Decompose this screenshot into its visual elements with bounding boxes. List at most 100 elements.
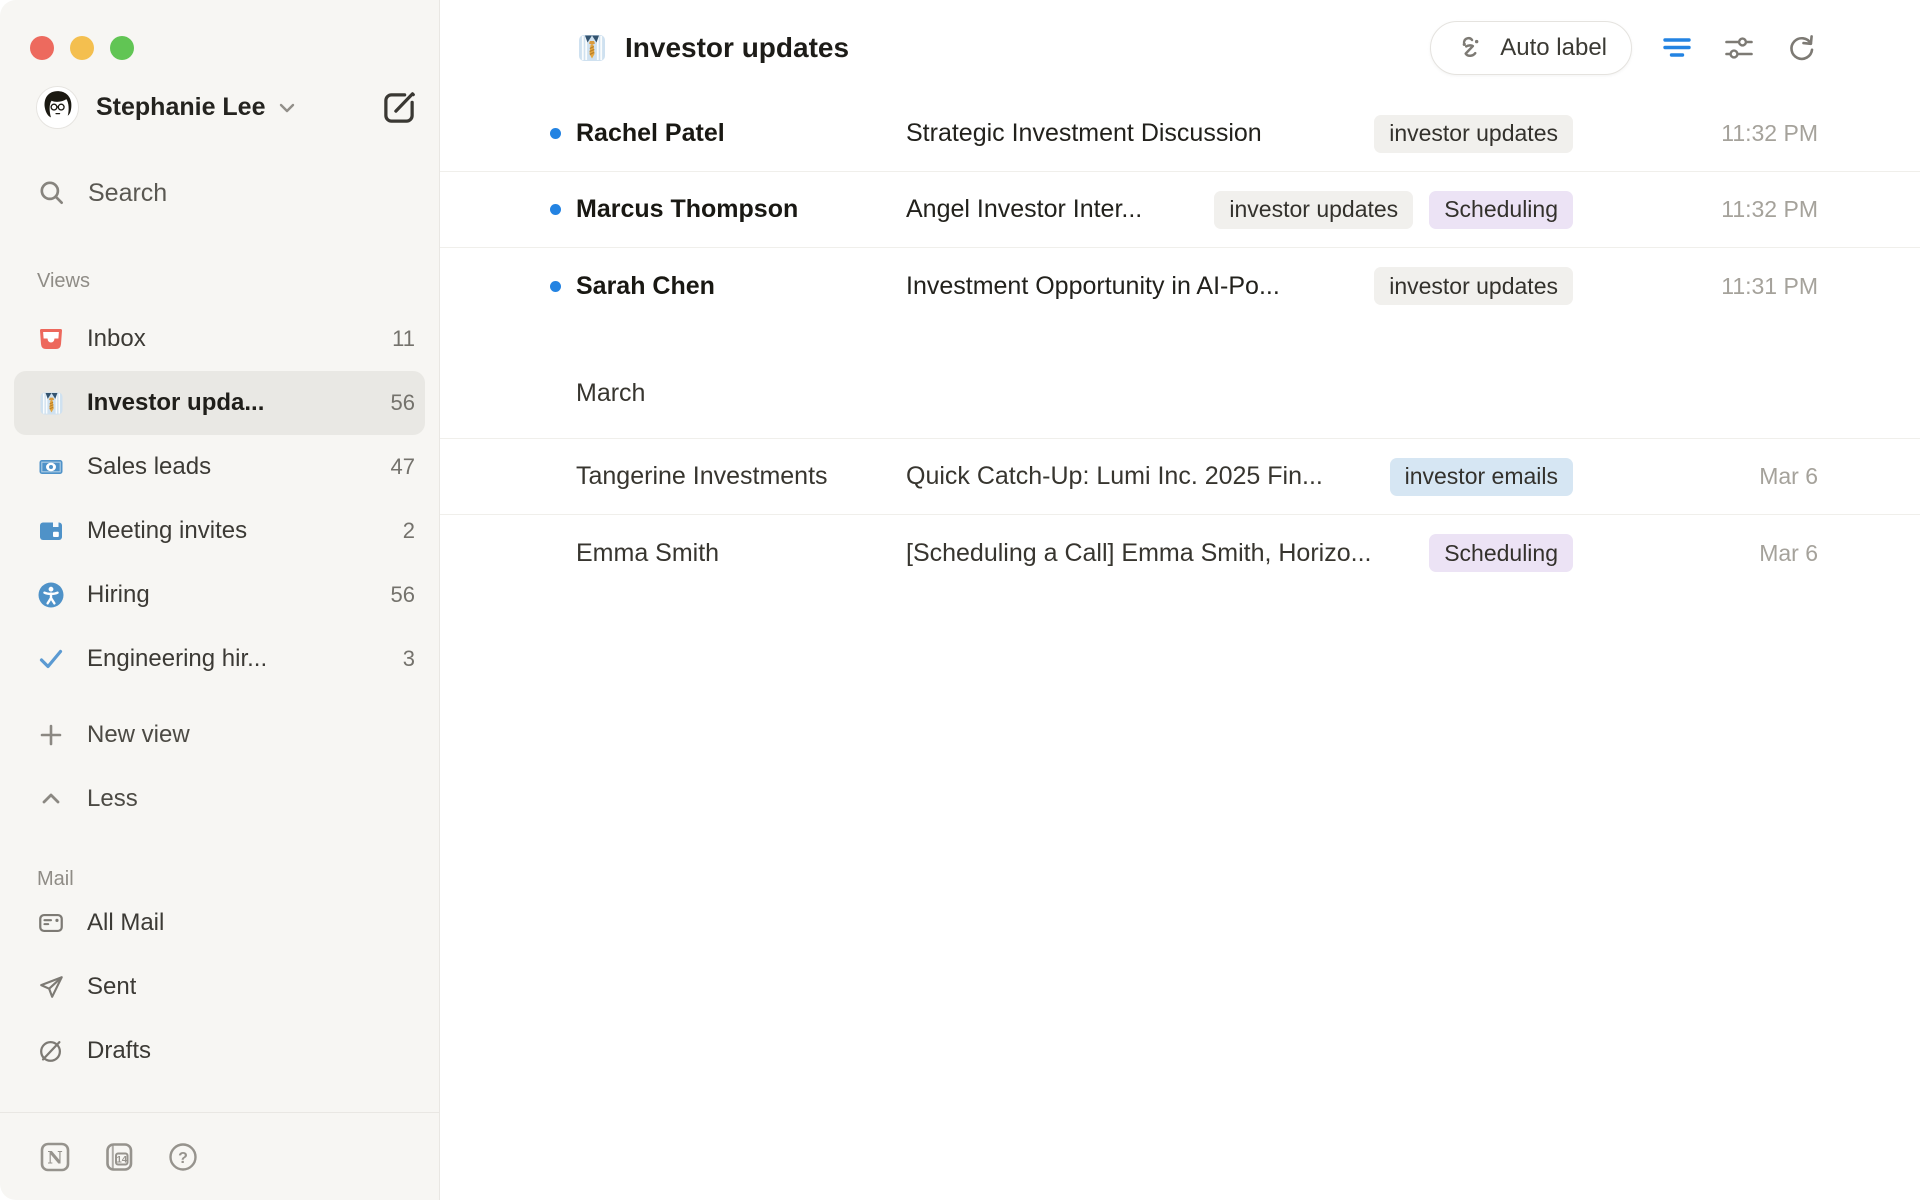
email-tags: investor updates Scheduling [1214, 191, 1573, 229]
sidebar-item-sent[interactable]: Sent [14, 955, 425, 1019]
email-time: Mar 6 [1573, 463, 1818, 490]
email-row[interactable]: Marcus Thompson Angel Investor Inter... … [440, 172, 1920, 248]
label-tag[interactable]: investor updates [1374, 267, 1573, 305]
email-sender: Tangerine Investments [576, 462, 906, 491]
display-settings-icon[interactable] [1722, 31, 1756, 65]
sidebar-item-count: 56 [391, 390, 415, 416]
notion-calendar-icon[interactable]: 14 [102, 1140, 136, 1174]
sidebar-item-engineering-hiring[interactable]: Engineering hir... 3 [14, 627, 425, 691]
refresh-icon[interactable] [1784, 31, 1818, 65]
sidebar-item-hiring[interactable]: Hiring 56 [14, 563, 425, 627]
email-subject: Quick Catch-Up: Lumi Inc. 2025 Fin... [906, 462, 1323, 491]
sidebar-item-inbox[interactable]: Inbox 11 [14, 307, 425, 371]
mail-nav: All Mail Sent Drafts [0, 891, 439, 1083]
search-icon [37, 178, 67, 208]
all-mail-icon [37, 909, 65, 937]
svg-text:N: N [47, 1148, 63, 1168]
minimize-window-button[interactable] [70, 36, 94, 60]
window-controls [0, 0, 439, 60]
sidebar-item-investor-updates[interactable]: Investor upda... 56 [14, 371, 425, 435]
email-subject: [Scheduling a Call] Emma Smith, Horizo..… [906, 539, 1371, 568]
necktie-icon [576, 32, 608, 64]
month-label: March [576, 379, 645, 408]
sidebar-item-label: All Mail [87, 909, 164, 937]
calendar-icon [37, 517, 65, 545]
plus-icon [37, 721, 65, 749]
email-time: 11:32 PM [1573, 120, 1818, 147]
sidebar-item-count: 3 [403, 646, 415, 672]
sidebar-item-label: Inbox [87, 325, 146, 353]
sidebar-item-meeting-invites[interactable]: Meeting invites 2 [14, 499, 425, 563]
app-window: Stephanie Lee Search Views [0, 0, 1920, 1200]
checkmark-icon [37, 645, 65, 673]
views-nav: Inbox 11 Investor upda... 56 [0, 307, 439, 831]
email-tags: investor updates [1374, 267, 1573, 305]
email-row[interactable]: Sarah Chen Investment Opportunity in AI-… [440, 248, 1920, 324]
main-panel: Investor updates Auto label [440, 0, 1920, 1200]
necktie-icon [37, 389, 65, 417]
search-button[interactable]: Search [37, 169, 419, 217]
sidebar-item-all-mail[interactable]: All Mail [14, 891, 425, 955]
email-sender: Sarah Chen [576, 272, 906, 301]
email-time: 11:31 PM [1573, 273, 1818, 300]
svg-text:?: ? [178, 1150, 188, 1167]
close-window-button[interactable] [30, 36, 54, 60]
email-sender: Marcus Thompson [576, 195, 906, 224]
sidebar-item-label: Drafts [87, 1037, 151, 1065]
email-tags: investor emails [1390, 458, 1573, 496]
label-tag[interactable]: investor updates [1374, 115, 1573, 153]
zoom-window-button[interactable] [110, 36, 134, 60]
chevron-up-icon [37, 785, 65, 813]
sidebar-item-sales-leads[interactable]: Sales leads 47 [14, 435, 425, 499]
email-sender: Emma Smith [576, 539, 906, 568]
chevron-down-icon [276, 97, 298, 119]
svg-text:14: 14 [117, 1154, 128, 1165]
accessibility-icon [37, 581, 65, 609]
month-section-header: March [440, 324, 1920, 439]
email-row[interactable]: Tangerine Investments Quick Catch-Up: Lu… [440, 439, 1920, 515]
account-switcher[interactable]: Stephanie Lee [36, 86, 419, 129]
help-icon[interactable]: ? [166, 1140, 200, 1174]
email-subject: Strategic Investment Discussion [906, 119, 1262, 148]
email-subject: Investment Opportunity in AI-Po... [906, 272, 1280, 301]
label-tag[interactable]: investor updates [1214, 191, 1413, 229]
email-tags: investor updates [1374, 115, 1573, 153]
sidebar-item-count: 47 [391, 454, 415, 480]
unread-dot [550, 128, 561, 139]
sidebar-item-count: 56 [391, 582, 415, 608]
email-tags: Scheduling [1429, 534, 1573, 572]
email-sender: Rachel Patel [576, 119, 906, 148]
auto-label-button[interactable]: Auto label [1430, 21, 1632, 75]
email-time: 11:32 PM [1573, 196, 1818, 223]
mail-section-label: Mail [37, 867, 439, 891]
filter-icon[interactable] [1660, 31, 1694, 65]
unread-dot [550, 204, 561, 215]
sidebar-item-label: Meeting invites [87, 517, 247, 545]
email-row[interactable]: Emma Smith [Scheduling a Call] Emma Smit… [440, 515, 1920, 591]
label-tag[interactable]: Scheduling [1429, 534, 1573, 572]
send-icon [37, 973, 65, 1001]
sidebar-item-label: Engineering hir... [87, 645, 267, 673]
email-subject: Angel Investor Inter... [906, 195, 1142, 224]
compose-icon[interactable] [379, 88, 419, 128]
email-time: Mar 6 [1573, 540, 1818, 567]
sidebar-item-label: Sales leads [87, 453, 211, 481]
banknote-icon [37, 453, 65, 481]
inbox-tray-icon [37, 325, 65, 353]
auto-label-icon [1455, 32, 1487, 64]
sidebar-item-label: Investor upda... [87, 389, 264, 417]
sidebar: Stephanie Lee Search Views [0, 0, 440, 1200]
sidebar-footer: N 14 ? [0, 1112, 439, 1200]
new-view-button[interactable]: New view [14, 703, 425, 767]
less-button[interactable]: Less [14, 767, 425, 831]
label-tag[interactable]: Scheduling [1429, 191, 1573, 229]
new-view-label: New view [87, 721, 190, 749]
label-tag[interactable]: investor emails [1390, 458, 1573, 496]
page-title: Investor updates [625, 32, 849, 64]
avatar [36, 86, 79, 129]
email-row[interactable]: Rachel Patel Strategic Investment Discus… [440, 96, 1920, 172]
less-label: Less [87, 785, 138, 813]
notion-logo-icon[interactable]: N [38, 1140, 72, 1174]
sidebar-item-drafts[interactable]: Drafts [14, 1019, 425, 1083]
sidebar-item-label: Sent [87, 973, 136, 1001]
